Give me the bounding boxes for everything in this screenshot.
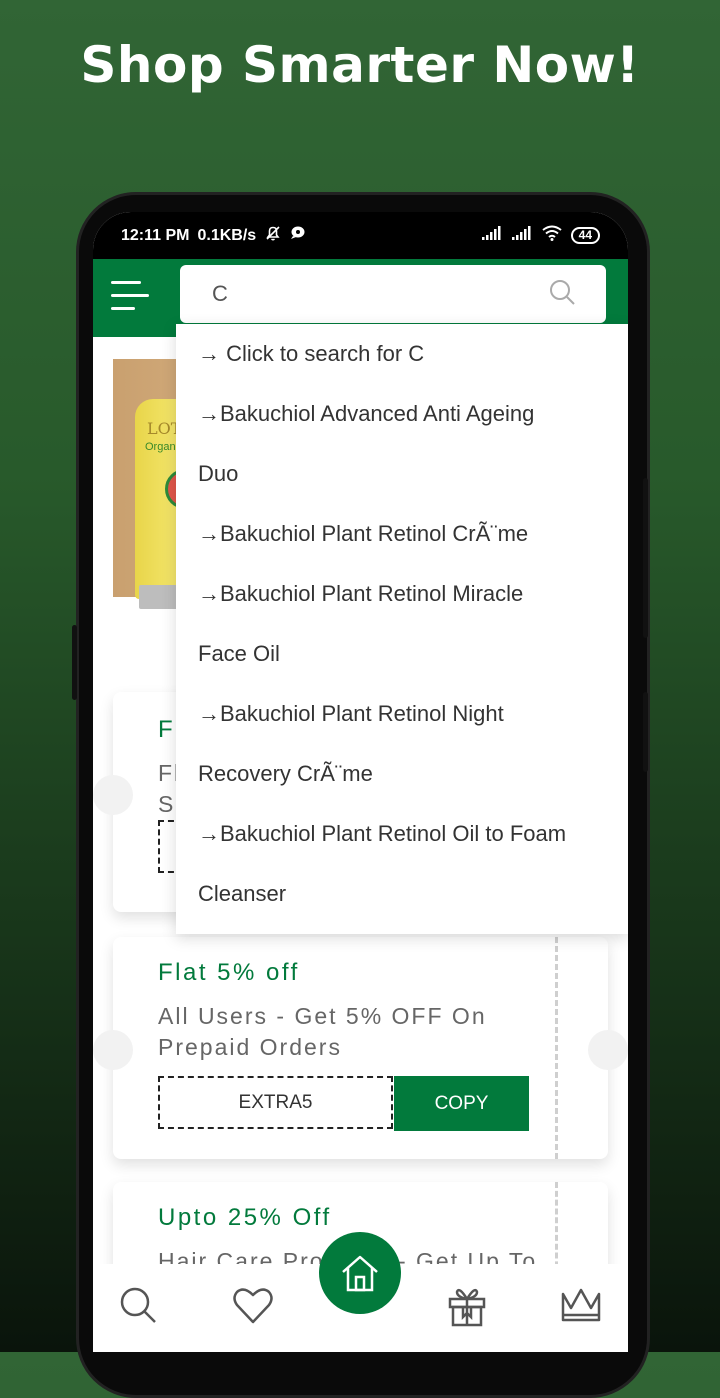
menu-line [111, 294, 149, 297]
battery-indicator: 44 [570, 227, 600, 244]
search-icon [120, 1287, 156, 1323]
coupon-title: F [158, 716, 176, 743]
coupon-divider [555, 937, 558, 1159]
search-icon[interactable] [548, 278, 576, 311]
menu-line [111, 281, 141, 284]
signal-icon [481, 226, 503, 245]
wifi-icon [541, 225, 563, 246]
home-icon [342, 1255, 378, 1292]
suggestion-item[interactable]: →Bakuchiol Plant Retinol Night [176, 684, 628, 744]
nav-search-button[interactable] [117, 1284, 161, 1328]
phone-screen: 12:11 PM 0.1KB/s 44 C Organic F Fl S Fla… [93, 212, 628, 1352]
search-suggestions-dropdown: → Click to search for C →Bakuchiol Advan… [176, 324, 628, 934]
coupon-title: Upto 25% Off [158, 1204, 332, 1231]
crown-icon [561, 1288, 601, 1322]
nav-offers-button[interactable] [445, 1284, 489, 1328]
suggestion-item[interactable]: →Bakuchiol Plant Retinol Oil to Foam [176, 804, 628, 864]
status-speed: 0.1KB/s [197, 226, 257, 244]
gift-icon [448, 1288, 486, 1327]
search-input[interactable] [210, 280, 548, 308]
coupon-notch [93, 1030, 133, 1070]
nav-premium-button[interactable] [559, 1284, 603, 1328]
phone-side-button [72, 625, 77, 700]
status-time: 12:11 PM [121, 226, 190, 244]
coupon-notch [588, 1030, 628, 1070]
heart-icon [233, 1288, 273, 1324]
phone-side-button [643, 478, 648, 638]
copy-button[interactable]: COPY [394, 1076, 529, 1131]
suggestion-item[interactable]: →Bakuchiol Plant Retinol CrÃ¨me [176, 504, 628, 564]
suggestion-item[interactable]: → Click to search for C [176, 324, 628, 384]
coupon-card: Flat 5% off All Users - Get 5% OFF On Pr… [93, 937, 628, 1159]
suggestion-item[interactable]: Cleanser [176, 864, 628, 924]
coupon-desc: All Users - Get 5% OFF On Prepaid Orders [158, 1003, 487, 1060]
menu-line [111, 307, 135, 310]
promo-headline: Shop Smarter Now! [80, 36, 640, 94]
suggestion-item[interactable]: Duo [176, 444, 628, 504]
coupon-code: EXTRA5 [158, 1076, 393, 1129]
bell-muted-icon [264, 224, 282, 247]
signal-icon [511, 226, 533, 245]
suggestion-item[interactable]: →Bakuchiol Plant Retinol Miracle [176, 564, 628, 624]
coupon-notch [93, 775, 133, 815]
status-bar: 12:11 PM 0.1KB/s 44 [93, 212, 628, 259]
suggestion-item[interactable]: Recovery CrÃ¨me [176, 744, 628, 804]
suggestion-item[interactable]: Face Oil [176, 624, 628, 684]
hamburger-menu-button[interactable] [111, 279, 151, 313]
coupon-title: Flat 5% off [158, 959, 300, 986]
chat-bubble-icon [290, 225, 308, 246]
nav-wishlist-button[interactable] [231, 1284, 275, 1328]
suggestion-item[interactable]: →Bakuchiol Advanced Anti Ageing [176, 384, 628, 444]
search-box [180, 265, 606, 323]
phone-side-button [643, 692, 648, 772]
home-button[interactable] [319, 1232, 401, 1314]
